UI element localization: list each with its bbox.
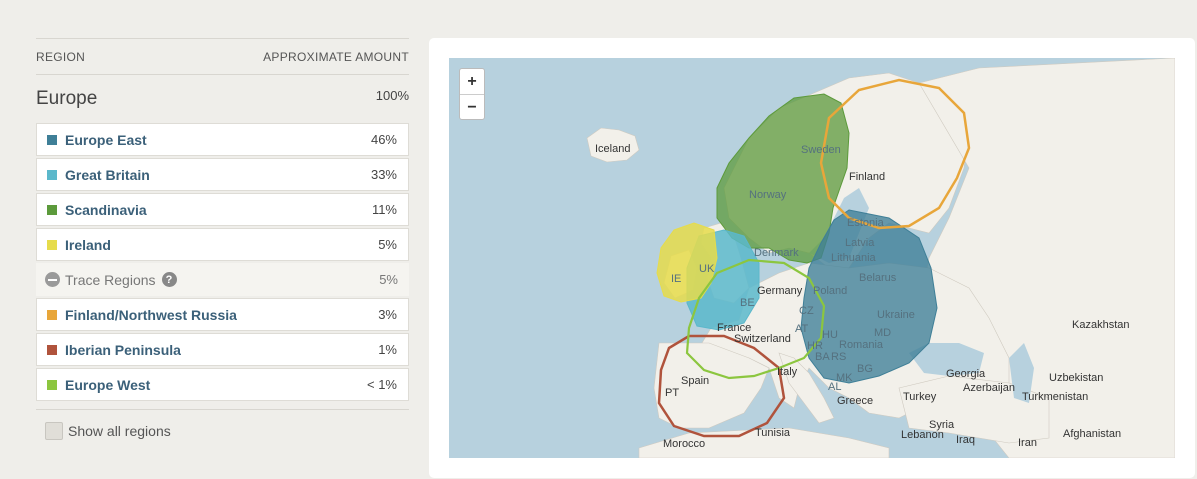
label-uzbekistan: Uzbekistan (1049, 372, 1103, 384)
label-afghanistan: Afghanistan (1063, 428, 1121, 440)
label-denmark: Denmark (754, 247, 799, 259)
label-spain: Spain (681, 375, 709, 387)
trace-regions-label[interactable]: Trace Regions (65, 272, 156, 288)
help-question-icon[interactable]: ? (161, 272, 177, 287)
label-lebanon: Lebanon (901, 429, 944, 441)
region-name[interactable]: Europe West (65, 377, 367, 393)
region-map[interactable]: Iceland Sweden Norway Finland Estonia La… (449, 58, 1175, 458)
region-name[interactable]: Iberian Peninsula (65, 342, 378, 358)
divider (36, 409, 409, 410)
color-swatch (47, 169, 57, 180)
parent-region-name: Europe (36, 88, 98, 109)
label-rs: RS (831, 351, 846, 363)
label-sweden: Sweden (801, 144, 841, 156)
label-tunisia: Tunisia (755, 427, 791, 439)
region-percent: 11% (371, 202, 397, 217)
color-swatch (47, 379, 57, 390)
table-header: REGION APPROXIMATE AMOUNT (36, 38, 409, 75)
region-name[interactable]: Europe East (65, 132, 371, 148)
region-row-europe-east[interactable]: Europe East 46% (36, 123, 409, 156)
ethnicity-panel: REGION APPROXIMATE AMOUNT Europe 100% Eu… (36, 38, 409, 440)
label-md: MD (874, 327, 891, 339)
map-canvas[interactable]: Iceland Sweden Norway Finland Estonia La… (449, 58, 1175, 458)
region-percent: 5% (378, 237, 397, 252)
zoom-in-button[interactable]: + (460, 69, 484, 95)
label-belarus: Belarus (859, 272, 897, 284)
show-all-checkbox[interactable] (45, 422, 63, 440)
region-row-iberian-peninsula[interactable]: Iberian Peninsula 1% (36, 333, 409, 366)
region-percent: 33% (370, 167, 397, 182)
label-be: BE (740, 297, 755, 309)
color-swatch (47, 204, 57, 215)
region-row-great-britain[interactable]: Great Britain 33% (36, 158, 409, 191)
label-lithuania: Lithuania (831, 252, 877, 264)
label-al: AL (828, 381, 841, 393)
label-germany: Germany (757, 285, 803, 297)
parent-region-row: Europe 100% (36, 75, 409, 123)
region-name[interactable]: Finland/Northwest Russia (65, 307, 378, 323)
label-iran: Iran (1018, 437, 1037, 449)
show-all-label[interactable]: Show all regions (68, 423, 171, 439)
zoom-out-button[interactable]: − (460, 95, 484, 120)
label-switzerland: Switzerland (734, 333, 791, 345)
region-row-ireland[interactable]: Ireland 5% (36, 228, 409, 261)
label-uk: UK (699, 263, 715, 275)
region-percent: 46% (370, 132, 397, 147)
region-row-finland-nw-russia[interactable]: Finland/Northwest Russia 3% (36, 298, 409, 331)
region-name[interactable]: Great Britain (65, 167, 371, 183)
label-ie: IE (671, 273, 681, 285)
label-iceland: Iceland (595, 143, 630, 155)
label-finland: Finland (849, 171, 885, 183)
label-azerbaijan: Azerbaijan (963, 382, 1015, 394)
map-card: Iceland Sweden Norway Finland Estonia La… (429, 38, 1195, 478)
label-italy: Italy (777, 366, 798, 378)
color-swatch (47, 344, 57, 355)
trace-regions-row[interactable]: Trace Regions ? 5% (36, 263, 409, 296)
parent-region-percent: 100% (375, 87, 409, 103)
region-name[interactable]: Scandinavia (65, 202, 372, 218)
label-turkey: Turkey (903, 391, 937, 403)
label-bg: BG (857, 363, 873, 375)
label-poland: Poland (813, 285, 847, 297)
label-cz: CZ (799, 305, 814, 317)
color-swatch (47, 239, 57, 250)
amount-column-header: APPROXIMATE AMOUNT (263, 49, 409, 64)
trace-regions-percent: 5% (379, 272, 398, 287)
region-name[interactable]: Ireland (65, 237, 378, 253)
label-turkmenistan: Turkmenistan (1022, 391, 1088, 403)
label-kazakhstan: Kazakhstan (1072, 319, 1129, 331)
label-hu: HU (822, 329, 838, 341)
label-at: AT (795, 323, 809, 335)
region-row-europe-west[interactable]: Europe West < 1% (36, 368, 409, 401)
label-norway: Norway (749, 189, 787, 201)
collapse-minus-icon[interactable] (45, 272, 60, 287)
region-percent: 3% (378, 307, 397, 322)
label-estonia: Estonia (847, 217, 885, 229)
label-greece: Greece (837, 395, 873, 407)
label-iraq: Iraq (956, 434, 975, 446)
label-romania: Romania (839, 339, 884, 351)
show-all-regions-toggle[interactable]: Show all regions (45, 422, 409, 440)
zoom-control: + − (459, 68, 485, 120)
color-swatch (47, 309, 57, 320)
region-percent: < 1% (367, 377, 397, 392)
region-column-header: REGION (36, 49, 86, 64)
region-row-scandinavia[interactable]: Scandinavia 11% (36, 193, 409, 226)
label-morocco: Morocco (663, 438, 705, 450)
region-percent: 1% (378, 342, 397, 357)
label-ba: BA (815, 351, 830, 363)
color-swatch (47, 134, 57, 145)
label-pt: PT (665, 387, 679, 399)
label-ukraine: Ukraine (877, 309, 915, 321)
label-latvia: Latvia (845, 237, 875, 249)
label-georgia: Georgia (946, 368, 986, 380)
